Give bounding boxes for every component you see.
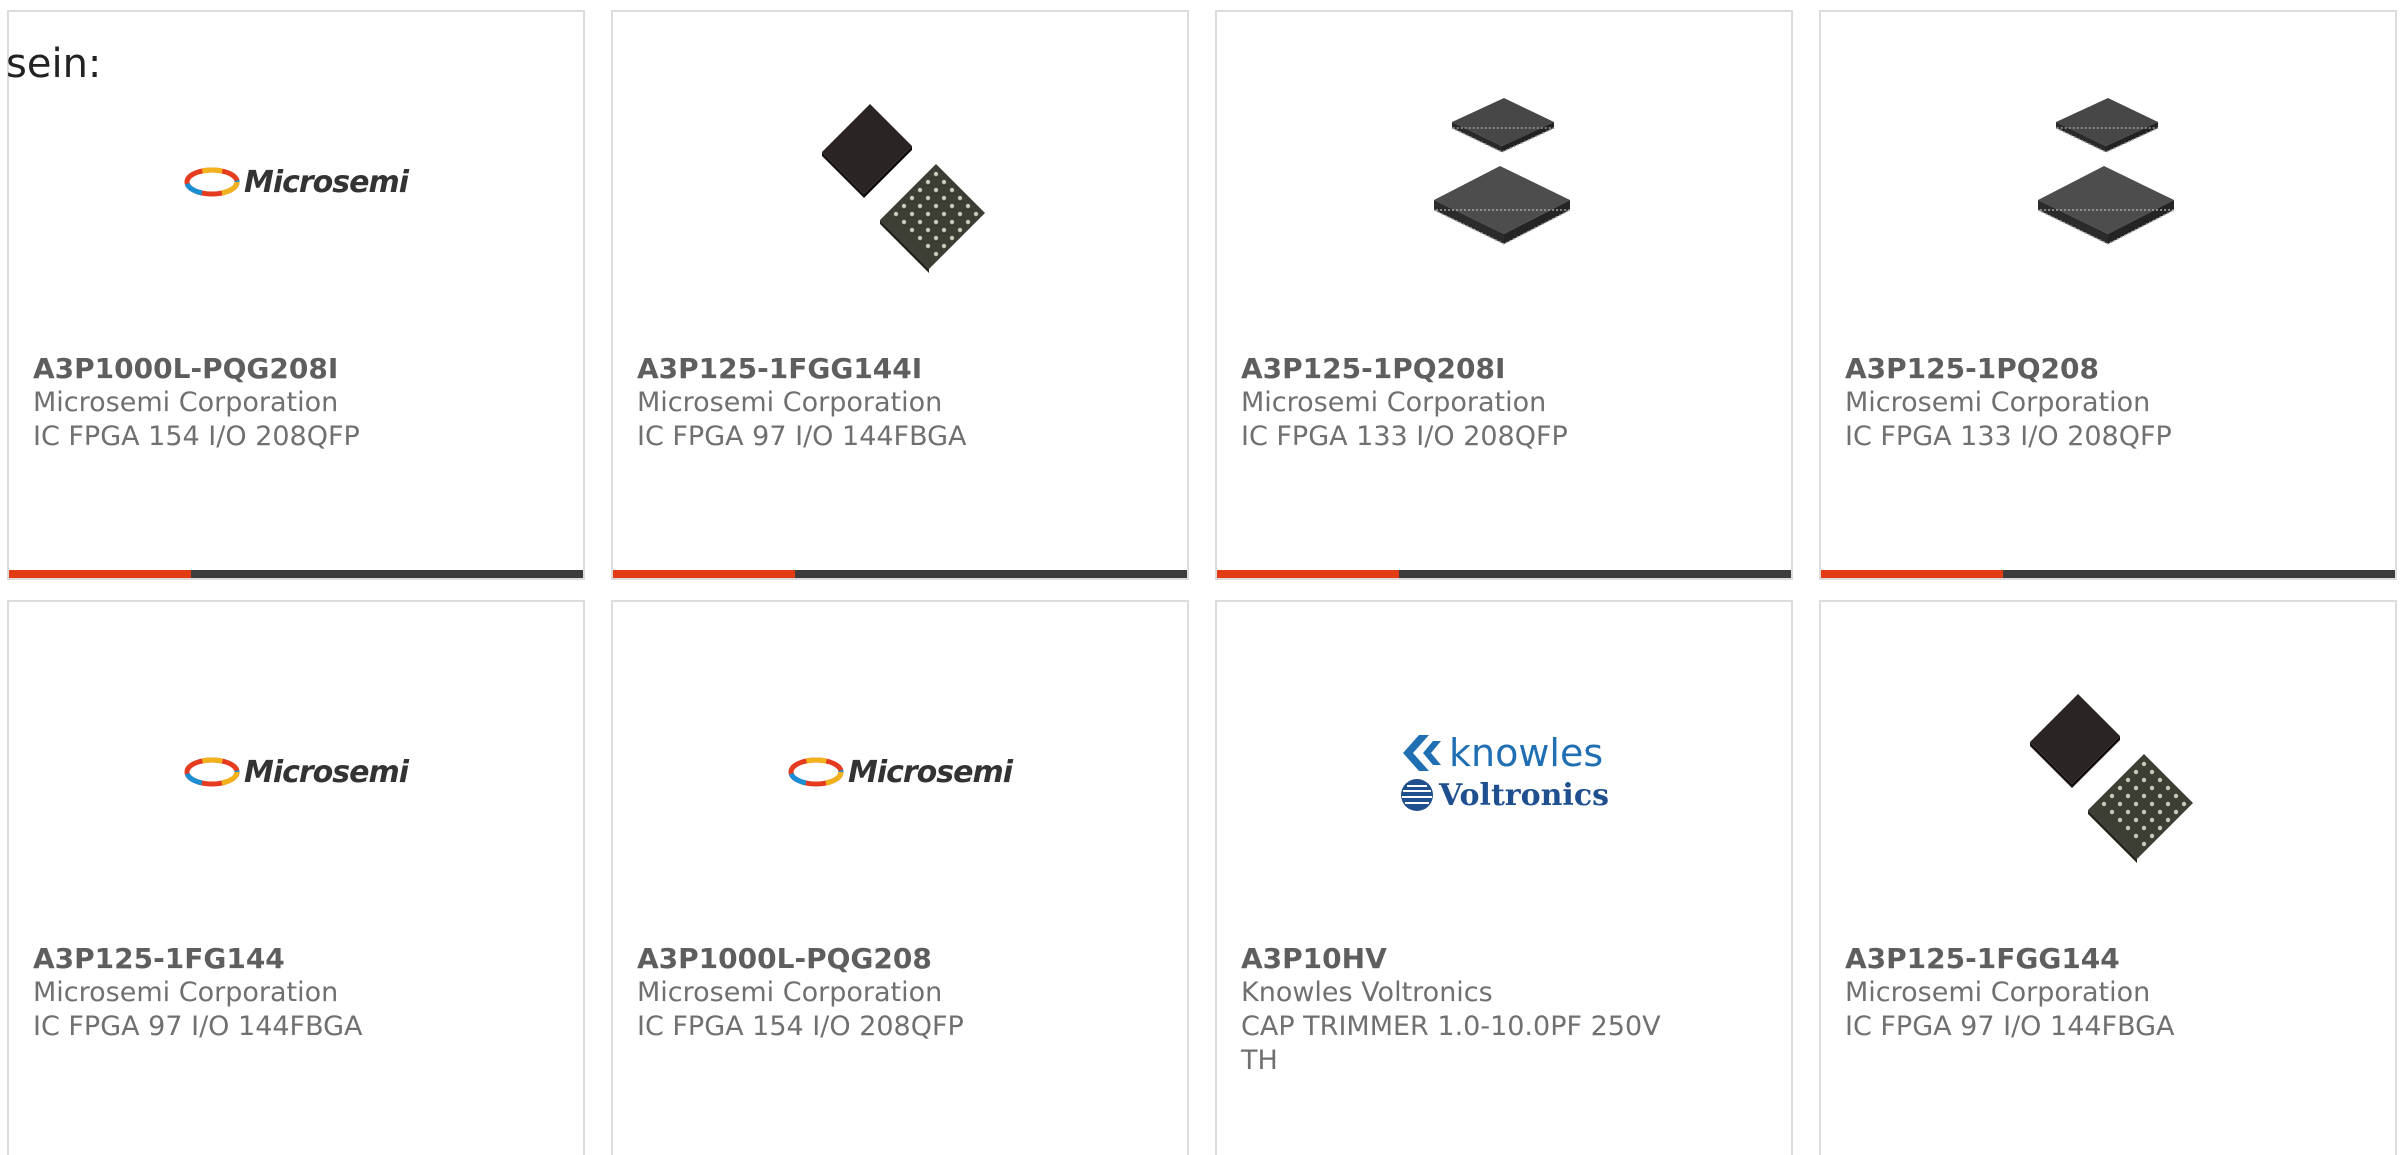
product-image[interactable]: [2008, 672, 2208, 872]
product-card[interactable]: A3P125-1FGG144 Microsemi Corporation IC …: [1819, 600, 2397, 1155]
product-info: A3P10HV Knowles Voltronics CAP TRIMMER 1…: [1241, 942, 1661, 1078]
microsemi-logo: Microsemi: [788, 754, 1013, 790]
product-card[interactable]: Microsemi A3P1000L-PQG208I Microsemi Cor…: [7, 10, 585, 580]
voltronics-wordmark: Voltronics: [1439, 777, 1609, 813]
product-info: A3P125-1FGG144 Microsemi Corporation IC …: [1845, 942, 2345, 1044]
description: IC FPGA 97 I/O 144FBGA: [33, 1011, 363, 1042]
description: IC FPGA 133 I/O 208QFP: [1845, 421, 2172, 452]
product-image[interactable]: Microsemi: [788, 672, 1013, 872]
description: IC FPGA 154 I/O 208QFP: [637, 1011, 964, 1042]
manufacturer: Knowles Voltronics: [1241, 977, 1493, 1008]
description: IC FPGA 97 I/O 144FBGA: [637, 421, 967, 452]
product-card[interactable]: A3P125-1PQ208 Microsemi Corporation IC F…: [1819, 10, 2397, 580]
intro-text: sein:: [6, 41, 102, 87]
part-number-link[interactable]: A3P125-1FGG144I: [637, 352, 1137, 386]
product-image[interactable]: Microsemi: [184, 82, 409, 282]
card-bottom-bar: [9, 570, 583, 578]
product-card[interactable]: A3P125-1PQ208I Microsemi Corporation IC …: [1215, 10, 1793, 580]
card-bottom-bar: [613, 570, 1187, 578]
product-card[interactable]: Microsemi A3P1000L-PQG208 Microsemi Corp…: [611, 600, 1189, 1155]
part-number-link[interactable]: A3P1000L-PQG208: [637, 942, 1137, 976]
product-info: A3P125-1PQ208 Microsemi Corporation IC F…: [1845, 352, 2345, 454]
card-accent: [9, 570, 191, 578]
product-info: A3P125-1FG144 Microsemi Corporation IC F…: [33, 942, 533, 1044]
microsemi-wordmark: Microsemi: [243, 754, 409, 790]
part-number-link[interactable]: A3P125-1FGG144: [1845, 942, 2345, 976]
microsemi-logo: Microsemi: [184, 754, 409, 790]
manufacturer: Microsemi Corporation: [1845, 387, 2151, 418]
product-image[interactable]: [800, 82, 1000, 282]
product-card[interactable]: A3P125-1FGG144I Microsemi Corporation IC…: [611, 10, 1189, 580]
microsemi-swirl-icon: [184, 757, 240, 787]
manufacturer: Microsemi Corporation: [33, 977, 339, 1008]
part-number-link[interactable]: A3P1000L-PQG208I: [33, 352, 533, 386]
qfp-chip-icon: [1433, 98, 1571, 245]
product-image[interactable]: Microsemi: [184, 672, 409, 872]
product-card[interactable]: knowles Voltronics A3P10HV Knowles Voltr…: [1215, 600, 1793, 1155]
card-accent: [1821, 570, 2003, 578]
microsemi-wordmark: Microsemi: [847, 754, 1013, 790]
knowles-voltronics-logo: knowles Voltronics: [1399, 731, 1609, 813]
voltronics-globe-icon: [1401, 779, 1434, 811]
product-info: A3P1000L-PQG208I Microsemi Corporation I…: [33, 352, 533, 454]
card-bottom-bar: [1821, 570, 2395, 578]
knowles-chevron-icon: [1403, 735, 1442, 771]
qfp-chip-icon: [2037, 98, 2175, 245]
description: CAP TRIMMER 1.0-10.0PF 250V TH: [1241, 1011, 1661, 1076]
card-accent: [1217, 570, 1399, 578]
part-number-link[interactable]: A3P125-1FG144: [33, 942, 533, 976]
description: IC FPGA 97 I/O 144FBGA: [1845, 1011, 2175, 1042]
manufacturer: Microsemi Corporation: [637, 387, 943, 418]
product-grid-page: sein: Microsemi A3P1000L-PQG208I Microse…: [0, 0, 2400, 1155]
product-card[interactable]: Microsemi A3P125-1FG144 Microsemi Corpor…: [7, 600, 585, 1155]
product-image[interactable]: knowles Voltronics: [1401, 672, 1609, 872]
manufacturer: Microsemi Corporation: [33, 387, 339, 418]
product-info: A3P125-1FGG144I Microsemi Corporation IC…: [637, 352, 1137, 454]
product-info: A3P1000L-PQG208 Microsemi Corporation IC…: [637, 942, 1137, 1044]
knowles-wordmark: knowles: [1449, 731, 1604, 775]
bga-chip-icon: [2030, 694, 2193, 863]
manufacturer: Microsemi Corporation: [1845, 977, 2151, 1008]
part-number-link[interactable]: A3P125-1PQ208: [1845, 352, 2345, 386]
product-info: A3P125-1PQ208I Microsemi Corporation IC …: [1241, 352, 1741, 454]
description: IC FPGA 133 I/O 208QFP: [1241, 421, 1568, 452]
microsemi-logo: Microsemi: [184, 164, 409, 200]
bga-chip-icon: [822, 104, 985, 273]
manufacturer: Microsemi Corporation: [1241, 387, 1547, 418]
part-number-link[interactable]: A3P10HV: [1241, 942, 1661, 976]
product-image[interactable]: [2008, 82, 2208, 282]
microsemi-wordmark: Microsemi: [243, 164, 409, 200]
description: IC FPGA 154 I/O 208QFP: [33, 421, 360, 452]
card-bottom-bar: [1217, 570, 1791, 578]
microsemi-swirl-icon: [184, 167, 240, 197]
product-image[interactable]: [1404, 82, 1604, 282]
manufacturer: Microsemi Corporation: [637, 977, 943, 1008]
microsemi-swirl-icon: [788, 757, 844, 787]
part-number-link[interactable]: A3P125-1PQ208I: [1241, 352, 1741, 386]
card-accent: [613, 570, 795, 578]
